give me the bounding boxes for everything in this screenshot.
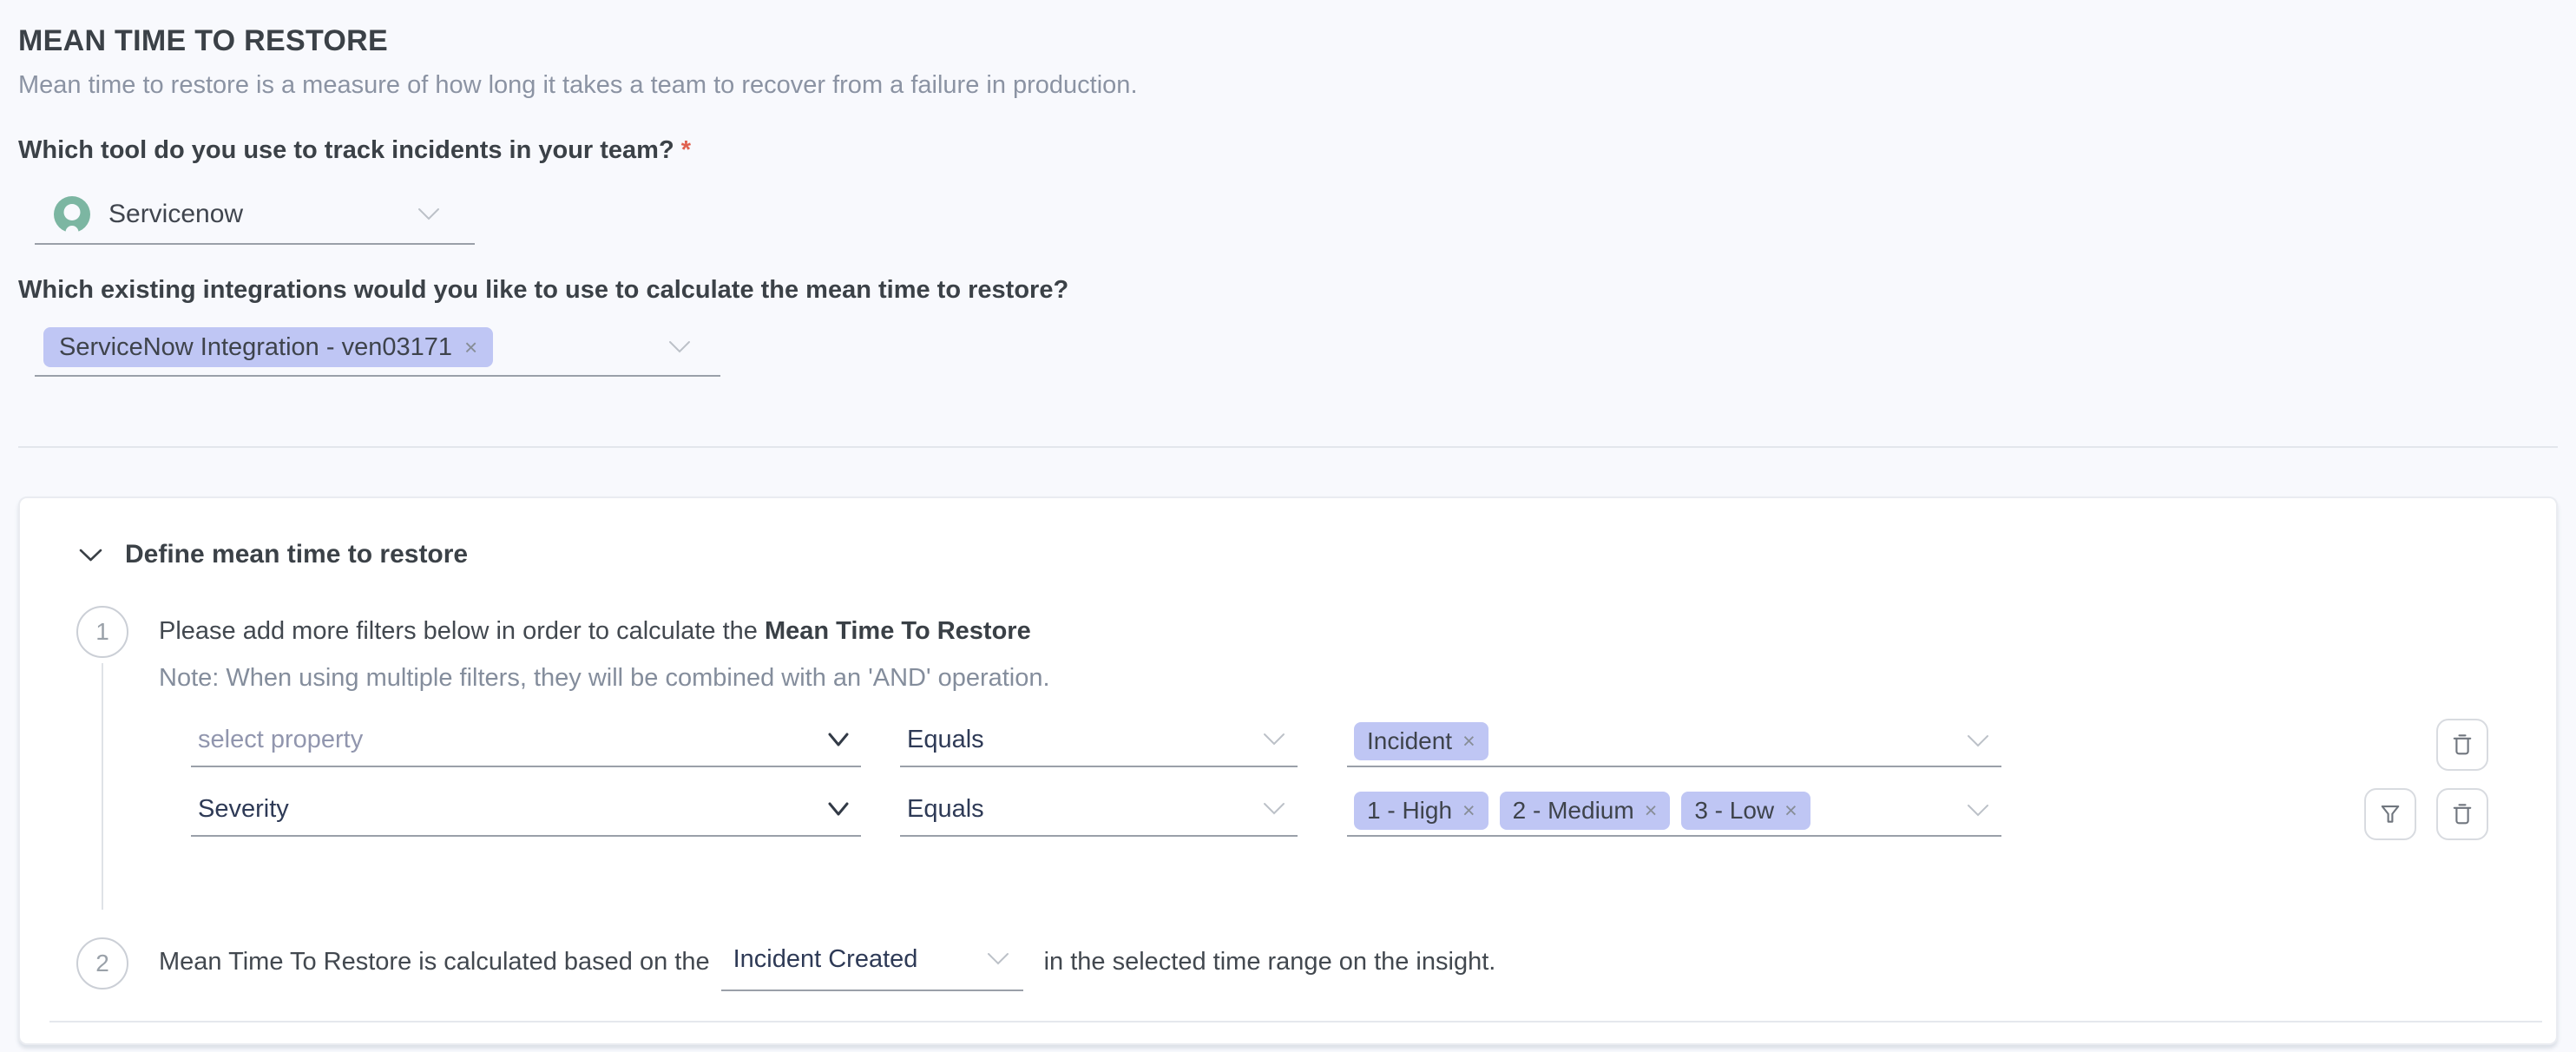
page-subtitle: Mean time to restore is a measure of how… [18, 71, 2558, 100]
chevron-down-icon [668, 340, 691, 354]
filters-list: select property Equals Incident × [191, 722, 2556, 837]
chevron-down-icon [1263, 802, 1285, 816]
chevron-down-icon [828, 802, 849, 817]
step-1-note: Note: When using multiple filters, they … [159, 659, 2556, 698]
value-chip-label: Incident [1367, 727, 1452, 755]
servicenow-icon [54, 196, 90, 233]
remove-chip-icon[interactable]: × [1645, 799, 1658, 824]
trash-icon [2449, 732, 2475, 758]
filter-property-select[interactable]: select property [191, 722, 861, 767]
integrations-select[interactable]: ServiceNow Integration - ven03171 × [35, 322, 720, 377]
step-1-text-prefix: Please add more filters below in order t… [159, 617, 765, 645]
define-section-toggle[interactable]: Define mean time to restore [79, 540, 468, 569]
value-chip[interactable]: 2 - Medium × [1500, 792, 1671, 830]
tool-question-label: Which tool do you use to track incidents… [18, 136, 2558, 165]
filter-button[interactable] [2364, 788, 2416, 840]
step-2-text-prefix: Mean Time To Restore is calculated based… [159, 943, 710, 991]
filter-values-select[interactable]: 1 - High × 2 - Medium × 3 - Low × [1347, 792, 2001, 837]
step-2-badge: 2 [76, 937, 128, 990]
value-chip-label: 2 - Medium [1513, 797, 1634, 825]
mttr-settings-page: MEAN TIME TO RESTORE Mean time to restor… [0, 0, 2576, 1045]
filter-row: Severity Equals 1 - High × [191, 792, 2488, 837]
value-chip-label: 1 - High [1367, 797, 1452, 825]
remove-chip-icon[interactable]: × [1784, 799, 1797, 824]
step-2: 2 Mean Time To Restore is calculated bas… [20, 937, 2556, 991]
chevron-down-icon [1967, 734, 1989, 748]
filter-row: select property Equals Incident × [191, 722, 2488, 767]
value-chip[interactable]: 1 - High × [1354, 792, 1488, 830]
filter-operator-select[interactable]: Equals [900, 722, 1298, 767]
steps-area: 1 Please add more filters below in order… [20, 606, 2556, 991]
define-section-title: Define mean time to restore [125, 540, 468, 569]
step-2-text-suffix: in the selected time range on the insigh… [1044, 943, 1496, 991]
step-connector-line [102, 663, 103, 910]
filter-values-select[interactable]: Incident × [1347, 722, 2001, 767]
property-placeholder: select property [198, 726, 363, 754]
funnel-icon [2377, 801, 2403, 827]
tool-select-value: Servicenow [108, 200, 243, 229]
operator-value: Equals [907, 795, 984, 824]
remove-chip-icon[interactable]: × [1462, 729, 1475, 754]
step-1: 1 Please add more filters below in order… [20, 606, 2556, 861]
value-chip[interactable]: Incident × [1354, 722, 1488, 760]
chevron-down-icon [828, 733, 849, 747]
tool-question-text: Which tool do you use to track incidents… [18, 136, 674, 164]
step-1-badge: 1 [76, 606, 128, 658]
remove-chip-icon[interactable]: × [1462, 799, 1475, 824]
incident-tool-select[interactable]: Servicenow [35, 191, 475, 245]
integration-chip-label: ServiceNow Integration - ven03171 [59, 333, 452, 362]
operator-value: Equals [907, 726, 984, 754]
integrations-question-label: Which existing integrations would you li… [18, 276, 2558, 305]
step-1-text-bold: Mean Time To Restore [765, 617, 1031, 645]
card-footer-divider [49, 1021, 2542, 1022]
filter-operator-select[interactable]: Equals [900, 792, 1298, 837]
required-asterisk: * [681, 136, 691, 164]
delete-filter-button[interactable] [2436, 719, 2488, 771]
chevron-down-icon [1263, 733, 1285, 746]
chevron-down-icon [1967, 804, 1989, 818]
page-title: MEAN TIME TO RESTORE [18, 24, 2558, 58]
calc-basis-value: Incident Created [733, 945, 918, 974]
value-chip-label: 3 - Low [1694, 797, 1774, 825]
trash-icon [2449, 801, 2475, 827]
delete-filter-button[interactable] [2436, 788, 2488, 840]
step-1-text: Please add more filters below in order t… [159, 612, 2556, 651]
filter-property-select[interactable]: Severity [191, 792, 861, 837]
chevron-down-icon [417, 207, 440, 221]
calc-basis-select[interactable]: Incident Created [721, 943, 1023, 991]
remove-chip-icon[interactable]: × [464, 334, 477, 361]
property-value: Severity [198, 795, 289, 824]
value-chip[interactable]: 3 - Low × [1681, 792, 1810, 830]
define-mttr-card: Define mean time to restore 1 Please add… [18, 496, 2558, 1045]
chevron-down-icon [987, 952, 1009, 966]
collapse-chevron-icon [79, 548, 102, 562]
integration-chip[interactable]: ServiceNow Integration - ven03171 × [43, 327, 493, 367]
section-divider [18, 446, 2558, 448]
